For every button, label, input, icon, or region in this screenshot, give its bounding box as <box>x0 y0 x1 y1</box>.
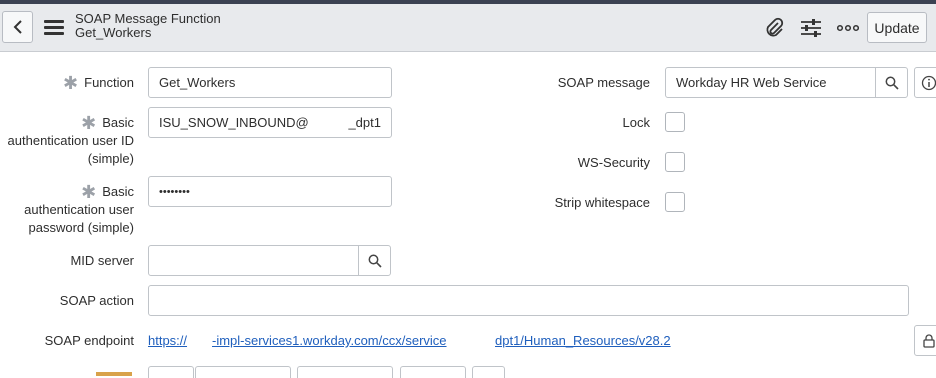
lock-checkbox[interactable] <box>665 112 685 132</box>
header-title-block: SOAP Message Function Get_Workers <box>75 12 221 40</box>
editor-toolbar-group-4[interactable] <box>400 366 466 378</box>
soap-endpoint-link-part2[interactable]: -impl-services1.workday.com/ccx/service <box>212 333 447 348</box>
soap-message-label: SOAP message <box>557 75 650 90</box>
editor-toolbar-group-1[interactable] <box>148 366 194 378</box>
soap-endpoint-link-part1[interactable]: https:// <box>148 333 187 348</box>
mid-server-lookup-button[interactable] <box>358 245 391 276</box>
function-field-value: Get_Workers <box>159 75 236 90</box>
info-icon <box>921 75 936 90</box>
mandatory-star-icon: ✱ <box>81 182 97 202</box>
soap-endpoint-label: SOAP endpoint <box>44 333 134 348</box>
editor-toolbar-group-2[interactable] <box>195 366 291 378</box>
soap-message-info-button[interactable] <box>914 67 936 98</box>
basic-auth-user-value-part2: _dpt1 <box>348 115 381 130</box>
page-title: SOAP Message Function <box>75 11 221 26</box>
more-options-icon[interactable] <box>836 16 860 40</box>
lock-icon <box>923 333 935 348</box>
lock-label: Lock <box>622 115 650 130</box>
editor-toolbar-group-5[interactable] <box>472 366 505 378</box>
sliders-icon[interactable] <box>799 16 823 40</box>
soap-message-lookup-button[interactable] <box>875 67 908 98</box>
record-name: Get_Workers <box>75 25 152 40</box>
form-header: SOAP Message Function Get_Workers Update <box>0 4 936 52</box>
basic-auth-user-label: ✱ Basic authentication user ID (simple) <box>7 113 134 166</box>
search-icon <box>885 76 899 90</box>
basic-auth-password-value: •••••••• <box>159 185 190 198</box>
endpoint-lock-button[interactable] <box>914 325 936 356</box>
back-button[interactable] <box>2 11 33 43</box>
paperclip-icon[interactable] <box>762 16 786 40</box>
mid-server-label: MID server <box>70 253 134 268</box>
soap-message-field[interactable]: Workday HR Web Service <box>665 67 876 98</box>
menu-icon[interactable] <box>44 20 64 36</box>
function-field[interactable]: Get_Workers <box>148 67 392 98</box>
chevron-left-icon <box>13 20 22 34</box>
soap-message-value: Workday HR Web Service <box>676 75 827 90</box>
soap-endpoint-link-part3[interactable]: dpt1/Human_Resources/v28.2 <box>495 333 671 348</box>
basic-auth-user-value-part1: ISU_SNOW_INBOUND@ <box>159 115 309 130</box>
ws-security-checkbox[interactable] <box>665 152 685 172</box>
toolbar-label-accent <box>96 372 132 376</box>
strip-whitespace-checkbox[interactable] <box>665 192 685 212</box>
search-icon <box>368 254 382 268</box>
update-button[interactable]: Update <box>867 12 927 43</box>
soap-action-label: SOAP action <box>59 293 134 308</box>
basic-auth-user-field[interactable]: ISU_SNOW_INBOUND@ _dpt1 <box>148 107 392 138</box>
function-label: ✱ Function <box>63 73 134 93</box>
soap-action-field[interactable] <box>148 285 909 316</box>
basic-auth-password-label: ✱ Basic authentication user password (sim… <box>24 182 134 235</box>
mandatory-star-icon: ✱ <box>63 73 79 93</box>
ws-security-label: WS-Security <box>577 155 650 170</box>
strip-whitespace-label: Strip whitespace <box>554 195 650 210</box>
mandatory-star-icon: ✱ <box>81 113 97 133</box>
mid-server-field[interactable] <box>148 245 359 276</box>
basic-auth-password-field[interactable]: •••••••• <box>148 176 392 207</box>
editor-toolbar-group-3[interactable] <box>297 366 393 378</box>
